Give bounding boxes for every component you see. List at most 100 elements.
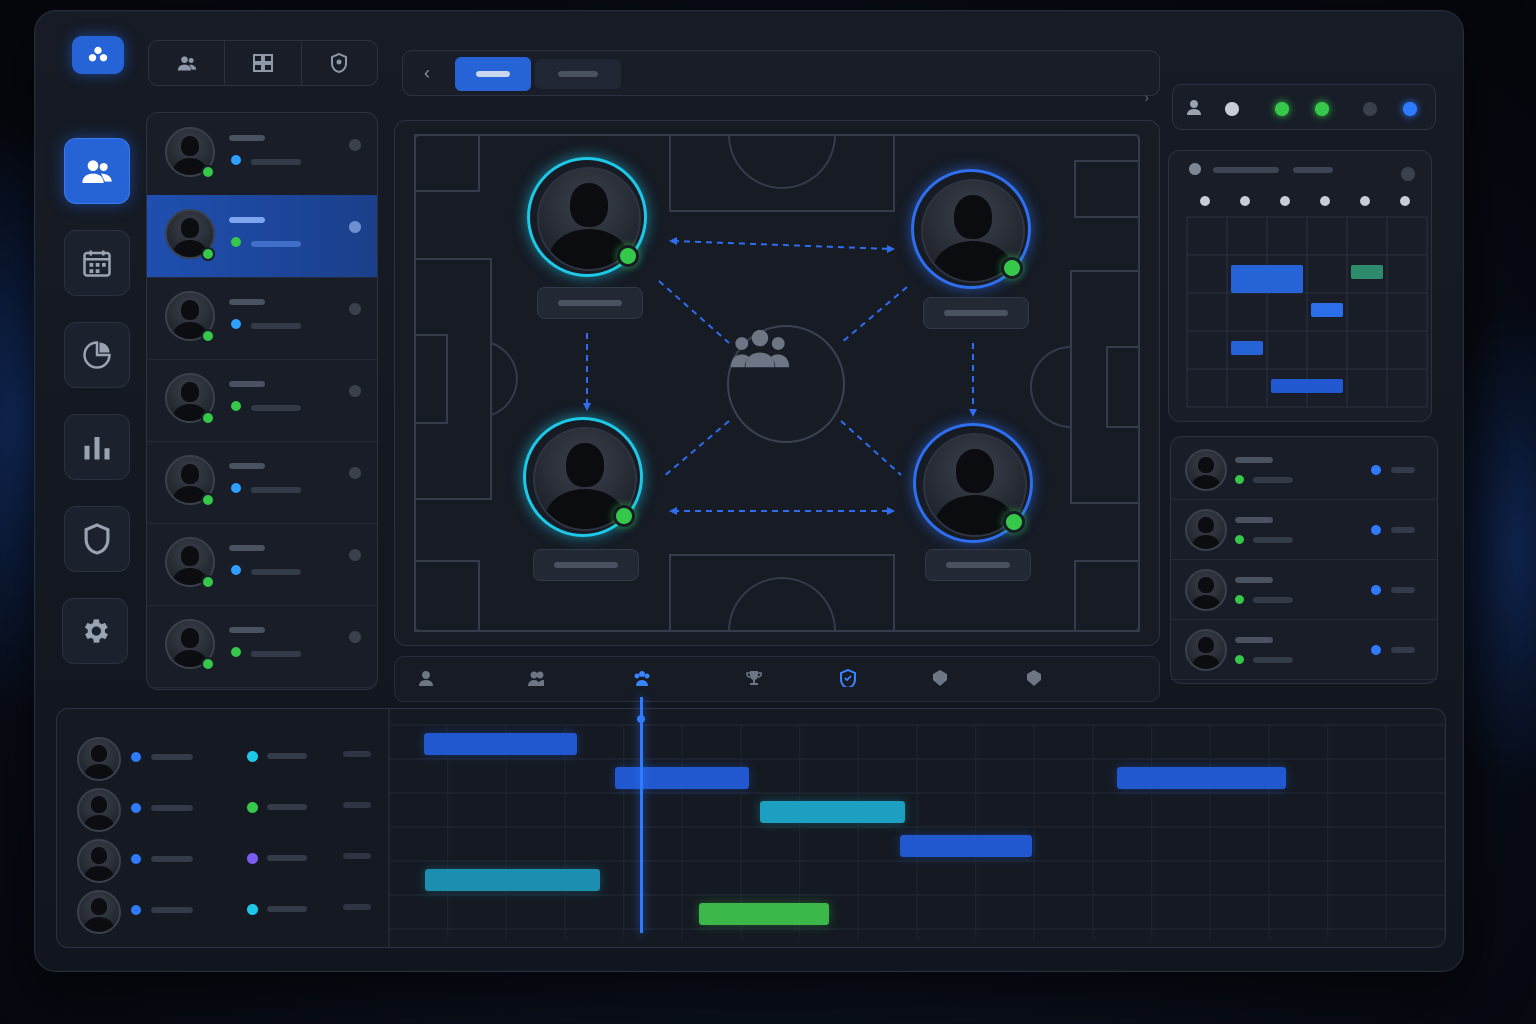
online-indicator — [1235, 595, 1244, 604]
avatar-body — [1191, 654, 1221, 669]
schedule-event[interactable] — [1231, 265, 1303, 293]
roster-row[interactable] — [147, 605, 377, 688]
back-chevron-icon[interactable]: ‹ — [417, 61, 437, 85]
timeline-bar[interactable] — [424, 869, 601, 891]
roster-row[interactable] — [147, 195, 377, 278]
row-menu-dot[interactable] — [349, 631, 361, 643]
user-icon[interactable] — [1185, 98, 1203, 116]
row-menu-dot[interactable] — [349, 303, 361, 315]
status-dot — [231, 319, 241, 329]
member-row[interactable] — [1171, 559, 1437, 620]
role-placeholder — [251, 159, 301, 165]
status-dot — [1371, 585, 1381, 595]
timeline-bar[interactable] — [423, 733, 577, 755]
online-indicator — [617, 245, 639, 267]
shield-icon[interactable] — [839, 668, 857, 692]
users-tool-button[interactable] — [149, 41, 226, 85]
row-menu-dot[interactable] — [349, 221, 361, 233]
sidebar-item-reports[interactable] — [64, 322, 130, 388]
tab-bar: ‹ › — [402, 50, 1160, 105]
name-placeholder — [229, 217, 265, 223]
sidebar-item-calendar[interactable] — [64, 230, 130, 296]
avatar-head — [180, 382, 200, 402]
status-dot — [131, 854, 141, 864]
avatar-head — [180, 300, 200, 320]
timeline-bar[interactable] — [1116, 767, 1286, 789]
timeline-bar[interactable] — [614, 767, 750, 789]
users-icon[interactable] — [527, 669, 545, 692]
badge-icon[interactable] — [1025, 669, 1043, 692]
tab-active[interactable] — [455, 57, 531, 91]
schedule-event[interactable] — [1231, 341, 1263, 355]
schedule-gridlines — [1186, 196, 1428, 408]
sidebar-item-security[interactable] — [64, 506, 130, 572]
online-indicator — [201, 657, 215, 671]
schedule-event[interactable] — [1351, 265, 1383, 279]
roster-row[interactable] — [147, 523, 377, 606]
status-dot — [1371, 645, 1381, 655]
timeline-track-row[interactable] — [57, 782, 387, 832]
name-placeholder — [151, 856, 193, 862]
roster-row[interactable] — [147, 277, 377, 360]
roster-list — [146, 112, 378, 690]
member-row[interactable] — [1171, 439, 1437, 500]
bar-chart-icon — [84, 437, 110, 460]
avatar-head — [91, 847, 107, 865]
timeline-track-row[interactable] — [57, 884, 387, 934]
team-logo-icon[interactable] — [72, 36, 124, 74]
layout-tool-button[interactable] — [225, 41, 302, 85]
schedule-event[interactable] — [1271, 379, 1343, 393]
timeline-bar[interactable] — [699, 903, 830, 925]
schedule-event[interactable] — [1311, 303, 1343, 317]
avatar — [1185, 509, 1227, 551]
timeline-bar[interactable] — [900, 835, 1033, 857]
team-group-icon[interactable] — [633, 669, 651, 692]
row-menu-dot[interactable] — [349, 139, 361, 151]
timeline-track-row[interactable] — [57, 731, 387, 781]
role-placeholder — [1253, 657, 1293, 663]
role-placeholder — [1253, 537, 1293, 543]
role-placeholder — [251, 487, 301, 493]
user-icon[interactable] — [417, 669, 435, 692]
tab-inactive[interactable] — [535, 59, 621, 89]
avatar — [77, 737, 121, 781]
category-dot — [247, 751, 258, 762]
day-header-dot[interactable] — [1200, 196, 1210, 206]
roster-row[interactable] — [147, 359, 377, 442]
trophy-icon[interactable] — [745, 669, 763, 692]
row-menu-dot[interactable] — [349, 467, 361, 479]
timeline-track-row[interactable] — [57, 833, 387, 883]
member-row[interactable] — [1171, 499, 1437, 560]
roster-row[interactable] — [147, 441, 377, 524]
day-header-dot[interactable] — [1320, 196, 1330, 206]
day-header-dot[interactable] — [1360, 196, 1370, 206]
toolbar — [148, 40, 378, 86]
player-card-bottom-left[interactable] — [523, 417, 643, 537]
shield-tool-button[interactable] — [302, 41, 377, 85]
avatar-head — [180, 218, 200, 238]
player-card-top-left[interactable] — [527, 157, 647, 277]
row-menu-dot[interactable] — [349, 549, 361, 561]
avatar-head — [1198, 517, 1214, 534]
role-placeholder — [251, 323, 301, 329]
timeline-playhead[interactable] — [640, 697, 644, 933]
player-card-bottom-right[interactable] — [913, 423, 1033, 543]
row-menu-dot[interactable] — [349, 385, 361, 397]
roster-row[interactable] — [147, 113, 377, 196]
sidebar-item-team[interactable] — [64, 138, 130, 204]
status-dot-blue — [1403, 102, 1417, 116]
online-indicator — [1235, 535, 1244, 544]
sidebar-item-settings[interactable] — [62, 598, 128, 664]
badge-icon[interactable] — [931, 669, 949, 692]
member-row[interactable] — [1171, 619, 1437, 680]
forward-chevron-icon[interactable]: › — [1144, 89, 1149, 105]
avatar — [1185, 449, 1227, 491]
team-hub[interactable] — [727, 325, 845, 443]
day-header-dot[interactable] — [1400, 196, 1410, 206]
player-card-top-right[interactable] — [911, 169, 1031, 289]
timeline-bar[interactable] — [759, 801, 906, 823]
day-header-dot[interactable] — [1280, 196, 1290, 206]
day-header-dot[interactable] — [1240, 196, 1250, 206]
sidebar-item-stats[interactable] — [64, 414, 130, 480]
avatar-body — [83, 763, 115, 779]
